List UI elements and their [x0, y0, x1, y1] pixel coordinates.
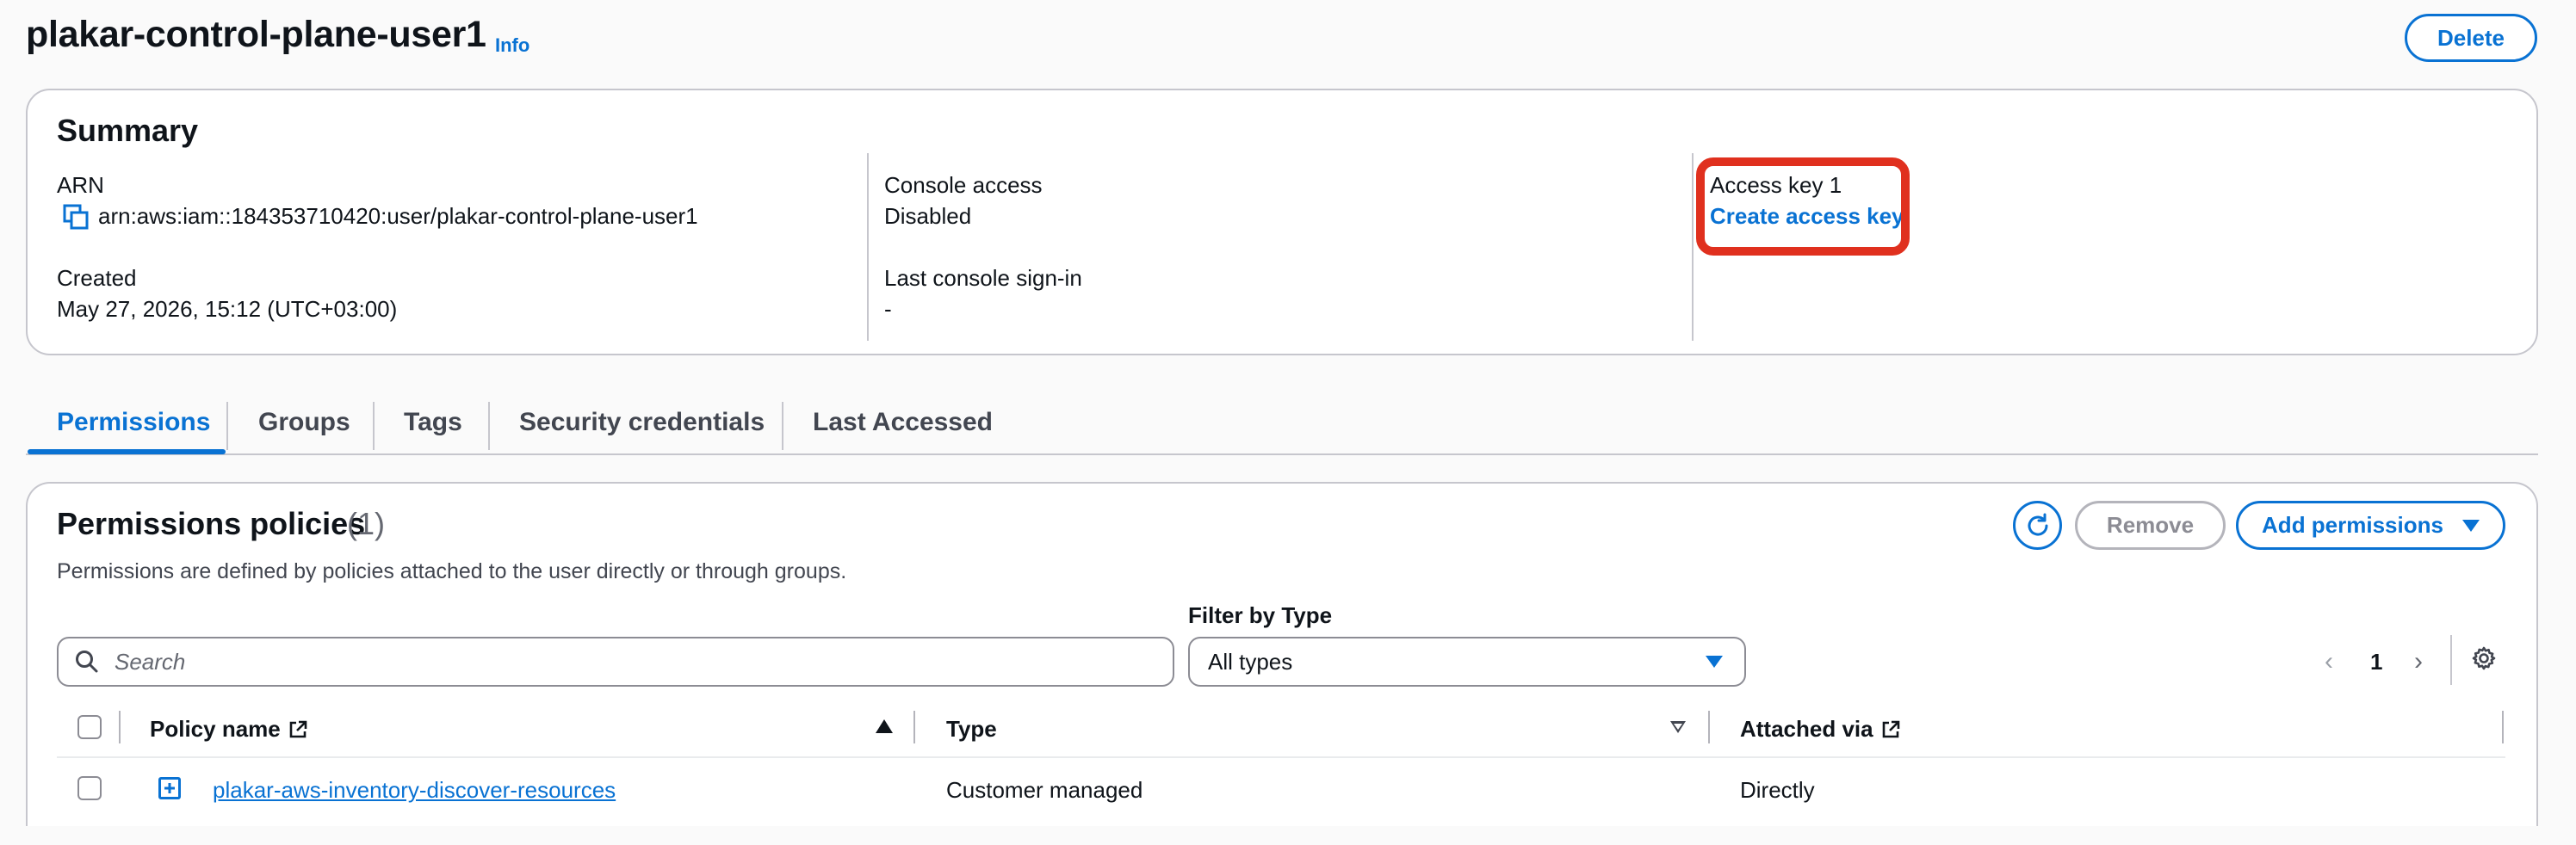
sort-ascending-icon[interactable]: [876, 719, 893, 733]
row-checkbox[interactable]: [77, 776, 102, 800]
last-signin-label: Last console sign-in: [884, 265, 1082, 291]
delete-button[interactable]: Delete: [2405, 14, 2537, 62]
sort-icon[interactable]: [1670, 721, 1686, 733]
column-header-type[interactable]: Type: [946, 716, 997, 743]
console-access-label: Console access: [884, 172, 1043, 198]
iam-user-page: plakar-control-plane-user1 Info Delete S…: [0, 0, 2576, 845]
console-access-value: Disabled: [884, 203, 972, 229]
caret-down-icon: [2461, 519, 2480, 532]
arn-value: arn:aws:iam::184353710420:user/plakar-co…: [98, 203, 698, 229]
caret-down-icon: [1706, 656, 1723, 668]
policy-name-link[interactable]: plakar-aws-inventory-discover-resources: [213, 777, 616, 804]
tab-separator: [488, 402, 490, 450]
created-value: May 27, 2026, 15:12 (UTC+03:00): [57, 296, 398, 322]
permissions-description: Permissions are defined by policies atta…: [57, 559, 847, 583]
filter-type-value: All types: [1208, 649, 1293, 675]
permissions-title: Permissions policies: [57, 506, 366, 541]
last-signin-value: -: [884, 296, 892, 322]
tab-tags[interactable]: Tags: [404, 408, 462, 437]
search-input[interactable]: [57, 637, 1174, 687]
summary-divider: [867, 153, 869, 341]
summary-title: Summary: [57, 113, 199, 148]
tab-separator: [373, 402, 375, 450]
column-header-label: Attached via: [1740, 716, 1873, 742]
column-header-label: Type: [946, 716, 997, 742]
refresh-button[interactable]: [2013, 501, 2062, 550]
add-permissions-label: Add permissions: [2262, 512, 2443, 538]
page-title: plakar-control-plane-user1: [26, 14, 486, 55]
remove-button[interactable]: Remove: [2075, 501, 2226, 550]
highlight-box: [1696, 157, 1910, 256]
arn-label: ARN: [57, 172, 104, 198]
column-divider: [1708, 711, 1710, 743]
column-header-attached-via[interactable]: Attached via: [1740, 716, 1901, 743]
policy-attached-via: Directly: [1740, 777, 1815, 803]
column-divider: [913, 711, 915, 743]
refresh-icon: [2028, 513, 2048, 536]
column-header-label: Policy name: [150, 716, 281, 742]
column-divider: [119, 711, 121, 743]
summary-divider: [1692, 153, 1694, 341]
pagination-divider: [2450, 635, 2452, 685]
page-number[interactable]: 1: [2370, 649, 2382, 675]
expand-icon[interactable]: [158, 777, 181, 799]
tab-separator: [782, 402, 783, 450]
external-link-icon: [289, 720, 307, 737]
created-label: Created: [57, 265, 137, 291]
filter-type-label: Filter by Type: [1188, 602, 1333, 628]
info-link[interactable]: Info: [495, 34, 529, 57]
copy-icon[interactable]: [62, 203, 90, 231]
tab-last-accessed[interactable]: Last Accessed: [813, 408, 993, 437]
chevron-right-icon[interactable]: ›: [2414, 647, 2423, 676]
active-tab-indicator: [28, 449, 226, 454]
tabs-divider: [26, 453, 2538, 455]
column-header-policy-name[interactable]: Policy name: [150, 716, 308, 743]
tab-permissions[interactable]: Permissions: [57, 408, 210, 437]
search-placeholder: Search: [115, 649, 186, 675]
table-header-divider: [57, 756, 2505, 758]
add-permissions-button[interactable]: Add permissions: [2236, 501, 2505, 550]
tab-separator: [226, 402, 228, 450]
external-link-icon: [1882, 720, 1899, 737]
column-divider: [2502, 711, 2504, 743]
permissions-count: (1): [347, 506, 385, 541]
search-icon: [76, 651, 98, 673]
gear-icon[interactable]: [2471, 645, 2497, 671]
policy-type: Customer managed: [946, 777, 1143, 803]
tab-groups[interactable]: Groups: [258, 408, 350, 437]
select-all-checkbox[interactable]: [77, 715, 102, 739]
chevron-left-icon[interactable]: ‹: [2325, 647, 2333, 676]
tab-security-credentials[interactable]: Security credentials: [519, 408, 765, 437]
